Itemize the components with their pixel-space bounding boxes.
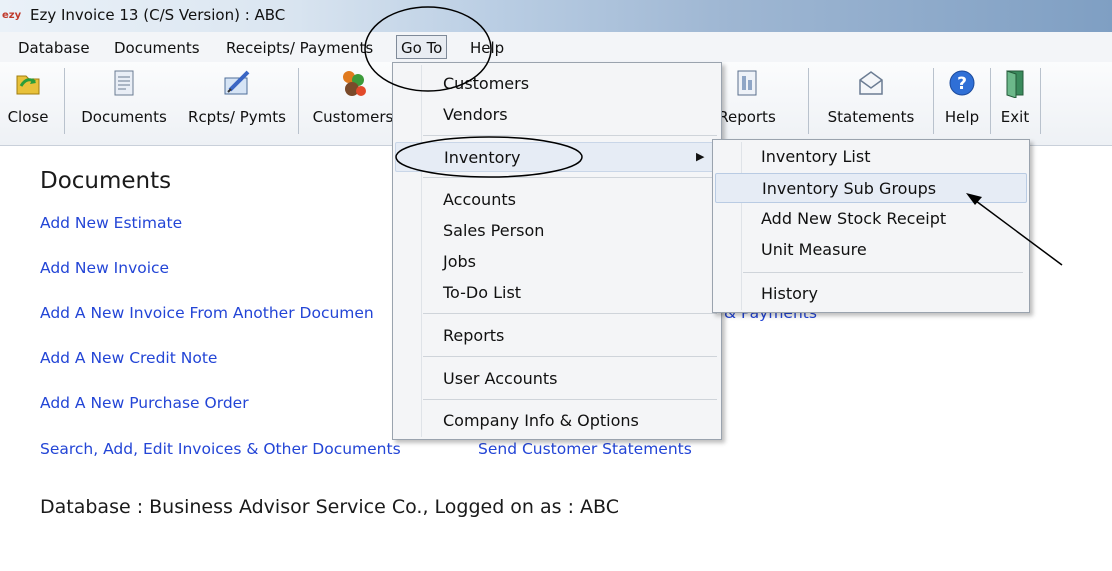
- submenu-item-history[interactable]: History: [715, 279, 1027, 309]
- menu-item-accounts[interactable]: Accounts: [395, 185, 719, 215]
- toolbar-separator: [990, 68, 991, 134]
- envelope-icon: [859, 71, 883, 95]
- pen-paper-icon: [224, 70, 250, 95]
- menu-item-todo-list[interactable]: To-Do List: [395, 278, 719, 308]
- add-purchase-order-link[interactable]: Add A New Purchase Order: [40, 394, 249, 412]
- menu-documents[interactable]: Documents: [114, 39, 200, 57]
- report-icon: [737, 70, 757, 96]
- menu-item-reports[interactable]: Reports: [395, 321, 719, 351]
- menu-item-inventory[interactable]: Inventory ▶: [395, 142, 719, 172]
- people-icon: [343, 71, 366, 96]
- page-title: Documents: [40, 168, 172, 194]
- menu-help[interactable]: Help: [470, 39, 504, 57]
- add-new-estimate-link[interactable]: Add New Estimate: [40, 214, 182, 232]
- menu-item-customers[interactable]: Customers: [395, 69, 719, 99]
- help-button[interactable]: ? Help: [938, 66, 986, 136]
- menu-divider: [423, 135, 717, 136]
- close-button[interactable]: Close: [2, 66, 54, 136]
- document-icon: [114, 70, 134, 96]
- add-credit-note-link[interactable]: Add A New Credit Note: [40, 349, 217, 367]
- inventory-submenu: Inventory List Inventory Sub Groups Add …: [712, 139, 1030, 313]
- menu-database[interactable]: Database: [18, 39, 90, 57]
- submenu-item-unit-measure[interactable]: Unit Measure: [715, 235, 1027, 265]
- svg-text:?: ?: [957, 74, 967, 94]
- toolbar-separator: [64, 68, 65, 134]
- status-text: Database : Business Advisor Service Co.,…: [40, 496, 619, 518]
- submenu-item-add-stock-receipt[interactable]: Add New Stock Receipt: [715, 204, 1027, 234]
- menu-divider: [423, 356, 717, 357]
- menu-item-user-accounts[interactable]: User Accounts: [395, 364, 719, 394]
- submenu-item-inventory-sub-groups[interactable]: Inventory Sub Groups: [715, 173, 1027, 203]
- exit-button[interactable]: Exit: [992, 66, 1038, 136]
- menu-divider: [423, 177, 717, 178]
- customers-button[interactable]: Customers: [306, 66, 400, 136]
- add-invoice-from-document-link[interactable]: Add A New Invoice From Another Documen: [40, 304, 374, 322]
- door-exit-icon: [1006, 70, 1024, 98]
- app-logo-icon: ezy: [2, 10, 22, 21]
- add-new-invoice-link[interactable]: Add New Invoice: [40, 259, 169, 277]
- menu-divider: [743, 272, 1023, 273]
- reports-button[interactable]: Reports: [712, 66, 782, 136]
- toolbar-separator: [933, 68, 934, 134]
- close-folder-icon: [16, 75, 40, 95]
- menu-bar: Database Documents Receipts/ Payments Go…: [0, 32, 1112, 62]
- menu-item-vendors[interactable]: Vendors: [395, 100, 719, 130]
- toolbar-separator: [298, 68, 299, 134]
- submenu-item-inventory-list[interactable]: Inventory List: [715, 142, 1027, 172]
- menu-go-to[interactable]: Go To: [396, 35, 448, 59]
- toolbar-separator: [1040, 68, 1041, 134]
- window-title: Ezy Invoice 13 (C/S Version) : ABC: [30, 6, 286, 24]
- menu-receipts-payments[interactable]: Receipts/ Payments: [226, 39, 373, 57]
- question-icon: ?: [949, 70, 975, 96]
- menu-item-company-info[interactable]: Company Info & Options: [395, 406, 719, 436]
- statements-button[interactable]: Statements: [816, 66, 926, 136]
- send-statements-link[interactable]: Send Customer Statements: [478, 440, 692, 458]
- menu-item-jobs[interactable]: Jobs: [395, 247, 719, 277]
- go-to-menu: Customers Vendors Inventory ▶ Accounts S…: [392, 62, 722, 440]
- receipts-payments-button[interactable]: Rcpts/ Pymts: [182, 66, 292, 136]
- search-documents-link[interactable]: Search, Add, Edit Invoices & Other Docum…: [40, 440, 401, 458]
- menu-divider: [423, 399, 717, 400]
- title-bar: ezy Ezy Invoice 13 (C/S Version) : ABC: [0, 0, 1112, 32]
- documents-button[interactable]: Documents: [76, 66, 172, 136]
- menu-item-sales-person[interactable]: Sales Person: [395, 216, 719, 246]
- menu-divider: [423, 313, 717, 314]
- toolbar-separator: [808, 68, 809, 134]
- submenu-arrow-icon: ▶: [696, 150, 705, 163]
